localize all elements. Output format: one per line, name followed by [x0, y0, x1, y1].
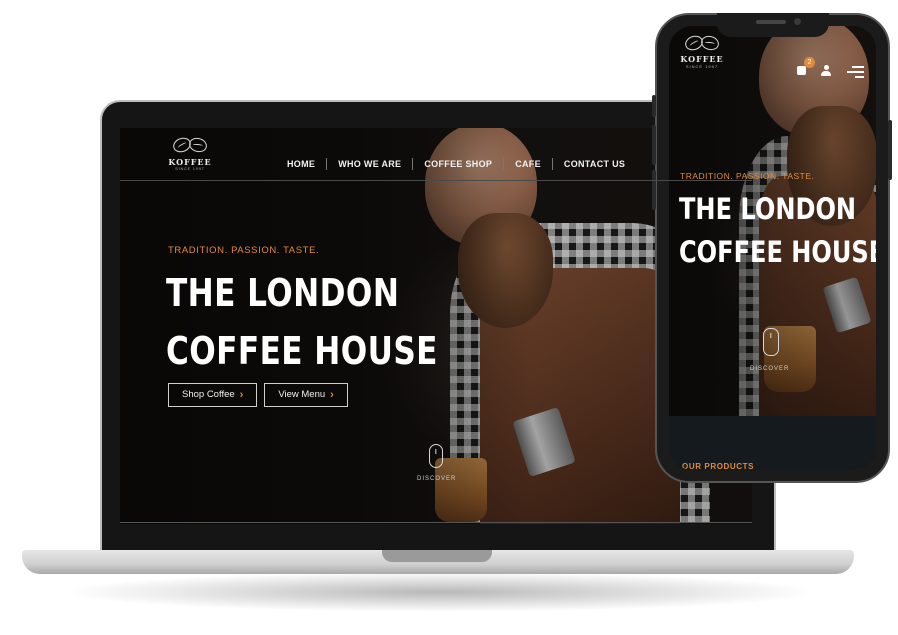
phone-hero-title: THE LONDON COFFEE HOUSE	[679, 188, 876, 274]
phone-mute-switch	[652, 170, 656, 210]
phone-hero-tagline: TRADITION. PASSION. TASTE.	[680, 171, 815, 181]
phone-site-logo[interactable]: KOFFEE SINCE 1997	[679, 33, 725, 69]
view-menu-label: View Menu	[278, 389, 326, 400]
nav-item-coffee-shop[interactable]: COFFEE SHOP	[412, 158, 503, 170]
nav-item-who-we-are[interactable]: WHO WE ARE	[326, 158, 412, 170]
phone-volume-down	[652, 125, 656, 165]
shop-coffee-button[interactable]: Shop Coffee ›	[168, 383, 258, 407]
coffee-beans-icon	[682, 33, 722, 54]
hero-title-line1: THE LONDON	[166, 271, 400, 315]
phone-volume-up	[652, 95, 656, 117]
phone-hero-title-line2: COFFEE HOUSE	[679, 235, 876, 269]
hero-tagline: TRADITION. PASSION. TASTE.	[168, 245, 320, 256]
our-products-heading: OUR PRODUCTS	[682, 462, 755, 470]
phone-website: KOFFEE SINCE 1997 2 TRADITION. PASSION. …	[669, 26, 876, 470]
mouse-scroll-icon[interactable]	[763, 328, 779, 356]
nav-item-contact-us[interactable]: CONTACT US	[551, 158, 636, 170]
nav-item-home[interactable]: HOME	[282, 158, 326, 170]
hero-buttons: Shop Coffee › View Menu ›	[168, 383, 348, 407]
nav-divider	[120, 180, 752, 181]
phone-logo-name: KOFFEE	[680, 54, 724, 64]
shop-coffee-label: Shop Coffee	[182, 389, 235, 400]
mouse-scroll-icon[interactable]	[429, 444, 443, 468]
coffee-beans-icon	[170, 135, 210, 156]
hero-title-line2: COFFEE HOUSE	[166, 329, 438, 373]
phone-logo-since: SINCE 1997	[685, 64, 719, 69]
laptop-notch	[382, 550, 492, 562]
main-nav: HOME WHO WE ARE COFFEE SHOP CAFE CONTACT…	[282, 158, 636, 170]
user-icon[interactable]	[821, 65, 831, 76]
phone-camera	[794, 18, 801, 25]
view-menu-button[interactable]: View Menu ›	[264, 383, 348, 407]
chevron-right-icon: ›	[239, 389, 244, 401]
hamburger-menu-icon[interactable]	[847, 66, 864, 78]
hero-title: THE LONDON COFFEE HOUSE	[166, 264, 438, 380]
phone-discover-label[interactable]: DISCOVER	[750, 366, 789, 372]
device-shadow	[60, 572, 820, 612]
discover-label[interactable]: DISCOVER	[417, 476, 456, 482]
phone-speaker	[756, 20, 786, 24]
nav-item-cafe[interactable]: CAFE	[503, 158, 552, 170]
site-logo[interactable]: KOFFEE SINCE 1997	[166, 135, 214, 171]
hero-bottom-divider	[120, 522, 752, 523]
logo-name: KOFFEE	[168, 157, 212, 167]
logo-since: SINCE 1997	[175, 167, 205, 171]
cart-count-badge: 2	[804, 57, 815, 68]
chevron-right-icon: ›	[330, 389, 334, 401]
phone-hero-title-line1: THE LONDON	[679, 192, 857, 226]
phone-notch	[717, 13, 829, 37]
shopping-bag-icon[interactable]	[797, 66, 806, 75]
phone-power-button	[888, 120, 892, 180]
